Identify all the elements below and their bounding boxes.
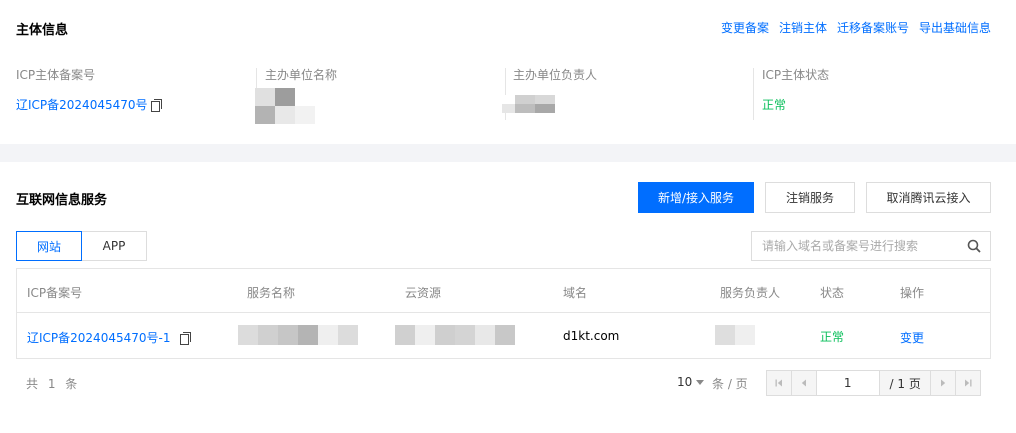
table-header: ICP备案号 服务名称 云资源 域名 服务负责人 状态 操作	[17, 269, 990, 313]
col-service-name: 服务名称	[247, 286, 296, 300]
organizer-owner-redacted	[502, 95, 555, 113]
next-page-button[interactable]	[930, 371, 955, 395]
row-status: 正常	[820, 330, 845, 344]
search-icon[interactable]	[967, 239, 981, 253]
tab-website[interactable]: 网站	[16, 231, 82, 261]
total-pages: / 1 页	[889, 376, 921, 391]
export-info-link[interactable]: 导出基础信息	[919, 19, 991, 36]
col-cloud-resource: 云资源	[405, 286, 442, 300]
cloud-resource-redacted	[395, 325, 515, 345]
page-size-value: 10	[677, 375, 693, 389]
icp-subject-number-field: ICP主体备案号 辽ICP备2024045470号	[16, 66, 246, 126]
total-count: 共 1 条	[26, 377, 81, 391]
copy-icon[interactable]	[180, 332, 192, 345]
col-action: 操作	[900, 286, 925, 300]
row-icp-number-wrap: 辽ICP备2024045470号-1	[27, 329, 192, 346]
icp-subject-status-value: 正常	[762, 98, 787, 112]
icp-subject-number-link[interactable]: 辽ICP备2024045470号	[16, 98, 148, 112]
tab-app[interactable]: APP	[82, 231, 147, 261]
service-type-tabs: 网站 APP	[16, 231, 147, 261]
first-page-button[interactable]	[767, 371, 792, 395]
pagination: 1 / 1 页	[766, 370, 981, 396]
first-page-icon	[775, 379, 782, 387]
subject-info-title: 主体信息	[16, 23, 69, 38]
prev-page-icon	[801, 379, 806, 387]
cancel-service-button[interactable]: 注销服务	[765, 182, 855, 213]
add-service-button[interactable]: 新增/接入服务	[638, 182, 754, 213]
subject-info-card: 主体信息 变更备案 注销主体 迁移备案账号 导出基础信息 ICP主体备案号 辽I…	[0, 0, 1016, 144]
col-service-owner: 服务负责人	[720, 286, 781, 300]
row-change-link[interactable]: 变更	[900, 329, 924, 346]
col-domain: 域名	[563, 286, 588, 300]
icp-subject-status-field: ICP主体状态 正常	[762, 66, 992, 126]
organizer-owner-label: 主办单位负责人	[513, 68, 598, 82]
internet-service-title: 互联网信息服务	[16, 193, 108, 208]
internet-service-card: 互联网信息服务 新增/接入服务 注销服务 取消腾讯云接入 网站 APP ICP备…	[0, 162, 1016, 433]
service-name-redacted	[238, 325, 358, 345]
col-icp-number: ICP备案号	[27, 286, 83, 300]
icp-subject-number-value-wrap: 辽ICP备2024045470号	[16, 96, 162, 113]
search-box	[751, 231, 991, 261]
organizer-name-label: 主办单位名称	[265, 68, 338, 82]
organizer-name-redacted	[255, 88, 315, 124]
chevron-down-icon	[696, 380, 705, 385]
divider	[753, 68, 754, 120]
copy-icon[interactable]	[150, 99, 162, 112]
page-size-select[interactable]: 10	[677, 375, 705, 389]
service-owner-redacted	[715, 325, 755, 345]
change-filing-link[interactable]: 变更备案	[721, 19, 769, 36]
col-status: 状态	[820, 286, 845, 300]
icp-subject-number-label: ICP主体备案号	[16, 68, 96, 82]
next-page-icon	[941, 379, 946, 387]
cancel-cloud-access-button[interactable]: 取消腾讯云接入	[866, 182, 991, 213]
migrate-account-link[interactable]: 迁移备案账号	[837, 19, 909, 36]
cancel-subject-link[interactable]: 注销主体	[779, 19, 827, 36]
icp-subject-status-label: ICP主体状态	[762, 68, 830, 82]
last-page-icon	[965, 379, 972, 387]
row-domain: d1kt.com	[563, 329, 620, 343]
row-icp-number-link[interactable]: 辽ICP备2024045470号-1	[27, 331, 170, 345]
prev-page-button[interactable]	[792, 371, 817, 395]
service-table: ICP备案号 服务名称 云资源 域名 服务负责人 状态 操作 辽ICP备2024…	[16, 268, 991, 359]
page-number-input[interactable]: 1	[816, 371, 880, 395]
last-page-button[interactable]	[955, 371, 980, 395]
subject-actions: 变更备案 注销主体 迁移备案账号 导出基础信息	[721, 19, 991, 36]
per-page-label: 条 / 页	[712, 377, 748, 391]
search-input[interactable]	[762, 238, 962, 254]
